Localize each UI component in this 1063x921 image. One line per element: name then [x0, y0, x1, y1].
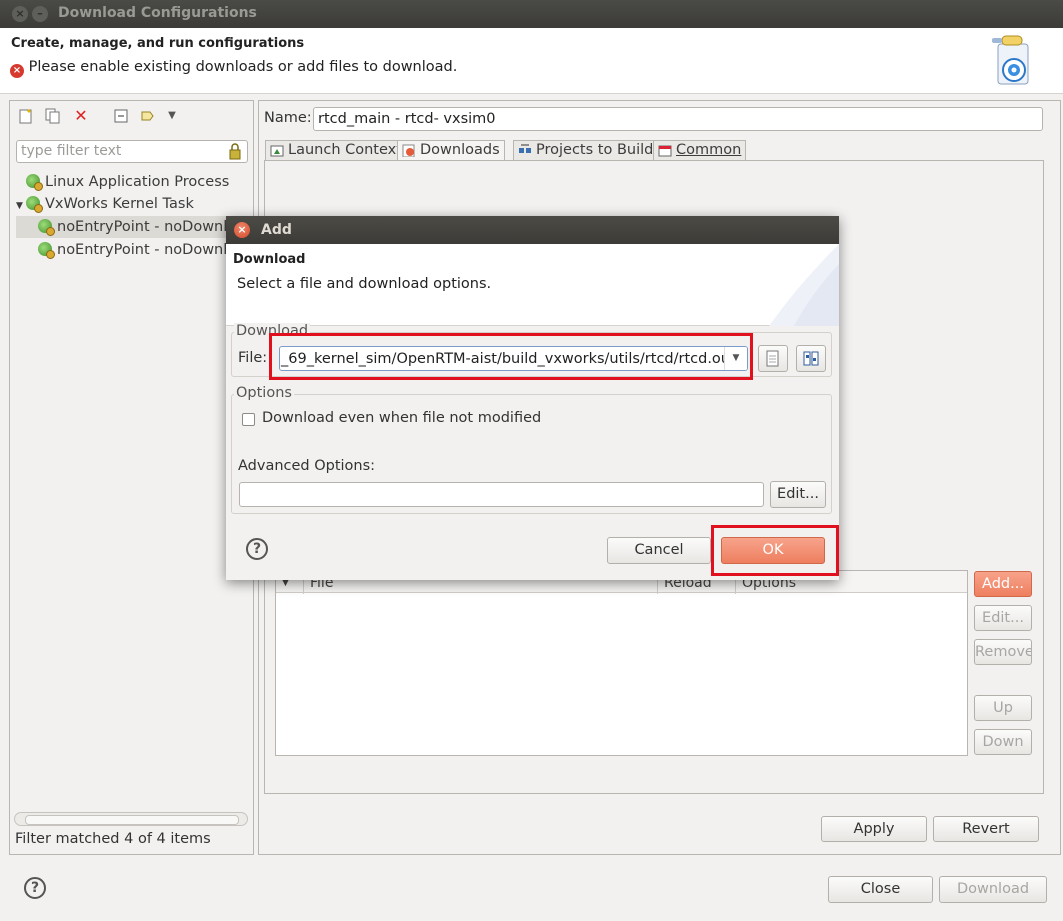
up-button[interactable]: Up [974, 695, 1032, 721]
horizontal-scrollbar[interactable] [14, 812, 248, 826]
file-icon [766, 350, 779, 367]
tree-item-linux-application-process[interactable]: Linux Application Process [16, 171, 266, 193]
launch-context-icon [270, 145, 284, 157]
new-configuration-icon[interactable] [18, 108, 34, 124]
common-tab-icon [658, 145, 672, 157]
window-titlebar: × – Download Configurations [0, 0, 1063, 28]
filter-placeholder: type filter text [21, 143, 122, 159]
cancel-button[interactable]: Cancel [607, 537, 711, 564]
duplicate-icon[interactable] [45, 108, 61, 124]
clear-filter-icon[interactable] [228, 143, 242, 164]
launch-config-icon [38, 242, 55, 259]
file-label: File: [238, 350, 268, 366]
dialog-title: Add [261, 222, 292, 238]
browse-workspace-button[interactable] [758, 345, 788, 372]
add-dialog: × Add Download Select a file and downloa… [226, 216, 839, 580]
download-unmodified-checkbox[interactable] [242, 413, 255, 426]
window-title: Download Configurations [58, 5, 257, 21]
advanced-options-input[interactable] [239, 482, 764, 507]
tab-label: Launch Context [288, 142, 402, 158]
error-message: Please enable existing downloads or add … [28, 59, 458, 75]
dialog-subtitle: Select a file and download options. [237, 276, 492, 292]
dialog-close-icon[interactable]: × [234, 222, 250, 238]
expand-arrow-icon[interactable]: ▼ [16, 195, 26, 215]
download-banner-icon [992, 35, 1029, 85]
file-highlight-box [269, 333, 753, 380]
edit-button[interactable]: Edit... [974, 605, 1032, 631]
tab-label: Downloads [420, 142, 500, 158]
error-icon: × [10, 64, 24, 78]
tab-launch-context[interactable]: Launch Context [265, 140, 407, 161]
revert-button[interactable]: Revert [933, 816, 1039, 842]
advanced-options-label: Advanced Options: [238, 458, 376, 474]
tree-item-label: noEntryPoint - noDownload [57, 219, 254, 235]
checkbox-label: Download even when file not modified [262, 410, 542, 426]
page-header: Create, manage, and run configurations ×… [0, 28, 1063, 94]
dialog-banner-graphic [769, 244, 839, 326]
close-window-icon[interactable]: × [12, 6, 28, 22]
tree-item-label: noEntryPoint - noDownload [57, 242, 254, 258]
downloads-table [275, 570, 968, 756]
filter-input[interactable]: type filter text [16, 140, 248, 163]
name-label: Name: [264, 110, 312, 126]
tree-item-config-selected[interactable]: noEntryPoint - noDownload [16, 216, 254, 238]
tree-item-label: Linux Application Process [45, 174, 230, 190]
tab-label: Common [676, 142, 742, 158]
ok-highlight-box [711, 525, 839, 576]
error-message-row: × Please enable existing downloads or ad… [10, 59, 457, 78]
dialog-help-icon[interactable]: ? [246, 538, 268, 560]
help-icon[interactable]: ? [24, 877, 46, 899]
tree-item-label: VxWorks Kernel Task [45, 196, 194, 212]
chevron-down-icon[interactable]: ▼ [164, 108, 180, 124]
collapse-all-icon[interactable] [113, 108, 129, 124]
projects-icon [519, 144, 531, 153]
close-button[interactable]: Close [828, 876, 933, 903]
down-button[interactable]: Down [974, 729, 1032, 755]
dialog-header: Download Select a file and download opti… [226, 244, 839, 326]
delete-icon[interactable]: ✕ [73, 108, 89, 124]
minimize-window-icon[interactable]: – [32, 6, 48, 22]
dialog-titlebar: × Add [226, 216, 839, 244]
dialog-section-title: Download [233, 252, 306, 267]
name-field[interactable]: rtcd_main - rtcd- vxsim0 [313, 107, 1043, 131]
filter-status: Filter matched 4 of 4 items [15, 831, 211, 847]
name-value: rtcd_main - rtcd- vxsim0 [318, 111, 496, 127]
apply-button[interactable]: Apply [821, 816, 927, 842]
downloads-tab-icon [402, 144, 415, 157]
launch-type-icon [26, 174, 43, 191]
download-button[interactable]: Download [939, 876, 1047, 903]
remove-button[interactable]: Remove [974, 639, 1032, 665]
filter-icon[interactable] [140, 108, 156, 124]
filesystem-icon [803, 351, 819, 366]
tree-item-vxworks-kernel-task[interactable]: ▼ VxWorks Kernel Task [16, 193, 256, 215]
tab-label: Projects to Build [536, 142, 654, 158]
tab-downloads[interactable]: Downloads [397, 140, 505, 161]
page-title: Create, manage, and run configurations [11, 36, 305, 51]
options-group-label: Options [234, 385, 294, 401]
launch-config-icon [38, 219, 55, 236]
launch-type-icon [26, 196, 43, 213]
scrollbar-thumb[interactable] [25, 815, 239, 825]
tab-common[interactable]: Common [653, 140, 747, 161]
add-button[interactable]: Add... [974, 571, 1032, 597]
advanced-edit-button[interactable]: Edit... [770, 481, 826, 508]
browse-filesystem-button[interactable] [796, 345, 826, 372]
tree-item-config[interactable]: noEntryPoint - noDownload [16, 239, 254, 261]
tab-projects-to-build[interactable]: Projects to Build [513, 140, 659, 161]
